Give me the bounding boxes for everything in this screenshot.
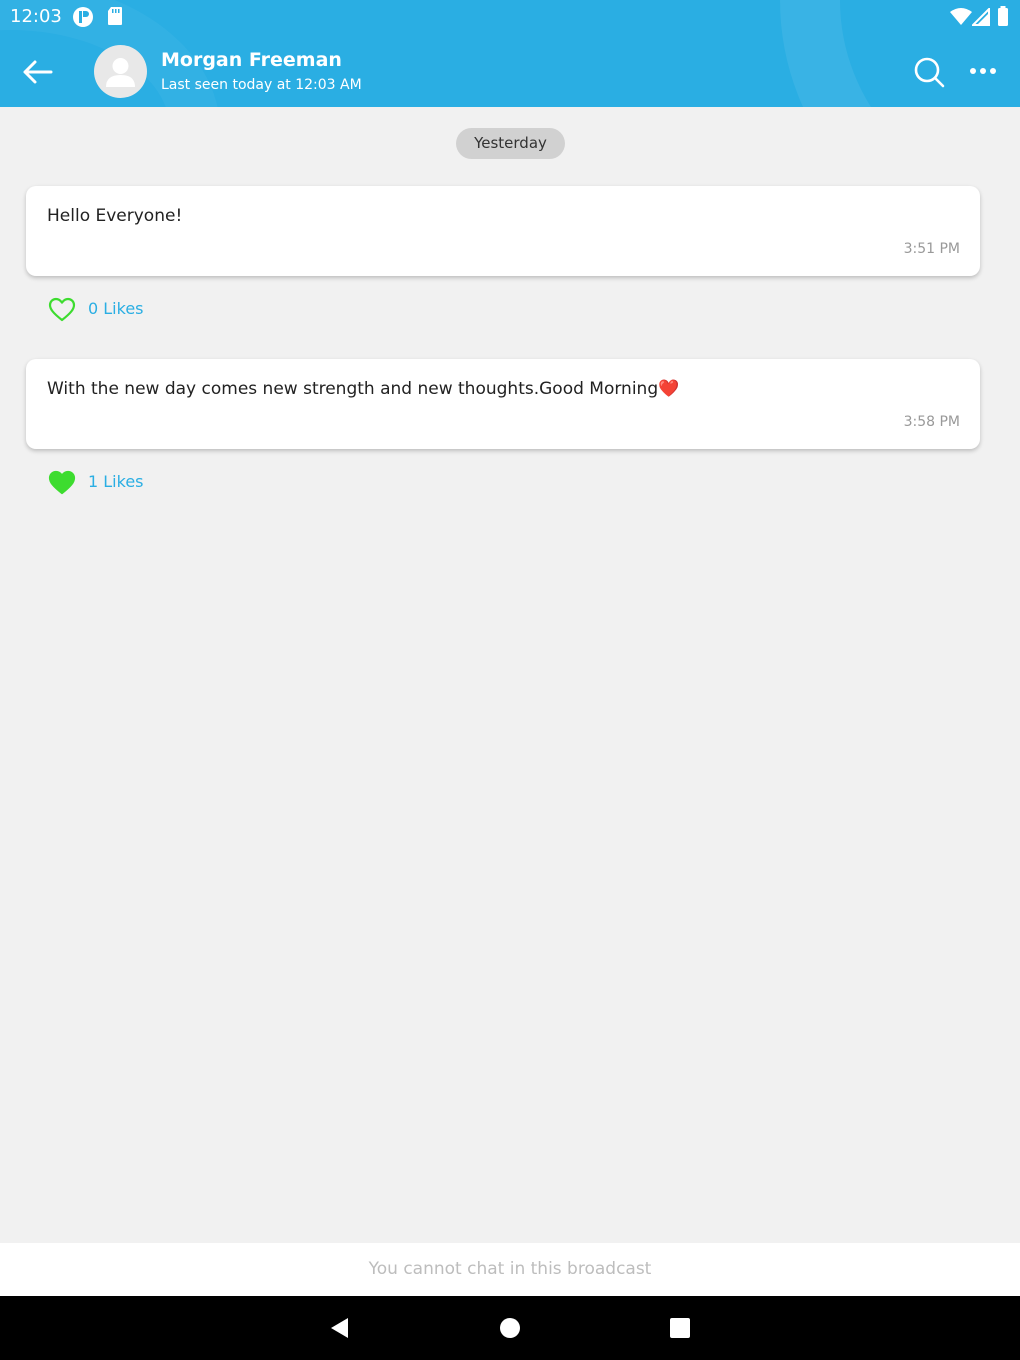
likes-count: 1 Likes [88,472,144,491]
battery-icon [997,6,1009,30]
status-bar: 12:03 [0,0,1020,34]
status-time: 12:03 [10,6,62,27]
search-icon [914,57,945,88]
nav-home-icon [500,1318,520,1338]
message-time: 3:51 PM [903,241,960,257]
message-bubble[interactable]: With the new day comes new strength and … [26,359,980,449]
message-text: Hello Everyone! [47,206,183,226]
nav-home-button[interactable] [498,1316,522,1340]
top-header: 12:03 Morgan Freeman Last seen today at … [0,0,1020,107]
contact-name[interactable]: Morgan Freeman [161,49,342,71]
heart-outline-icon [48,297,76,322]
more-options-button[interactable] [966,58,1000,84]
broadcast-notice: You cannot chat in this broadcast [0,1243,1020,1296]
last-seen-status: Last seen today at 12:03 AM [161,77,362,93]
message-bubble[interactable]: Hello Everyone! 3:51 PM [26,186,980,276]
sd-card-icon [107,6,123,30]
nav-back-button[interactable] [328,1316,352,1340]
navigation-bar [0,1296,1020,1360]
date-separator: Yesterday [456,128,565,159]
message-time: 3:58 PM [903,414,960,430]
app-bar: Morgan Freeman Last seen today at 12:03 … [0,34,1020,107]
nav-recents-button[interactable] [668,1316,692,1340]
contact-avatar[interactable] [94,45,147,98]
nav-back-icon [331,1318,348,1338]
search-button[interactable] [912,55,946,89]
wifi-icon [950,8,972,30]
message-text: With the new day comes new strength and … [47,379,680,399]
heart-filled-icon [48,470,76,495]
app-notification-icon [72,6,94,32]
avatar-icon [106,58,135,87]
signal-icon [970,6,990,30]
back-arrow-icon [23,60,53,84]
likes-count: 0 Likes [88,299,144,318]
more-icon [970,68,996,74]
nav-recents-icon [670,1318,690,1338]
back-button[interactable] [18,54,58,90]
